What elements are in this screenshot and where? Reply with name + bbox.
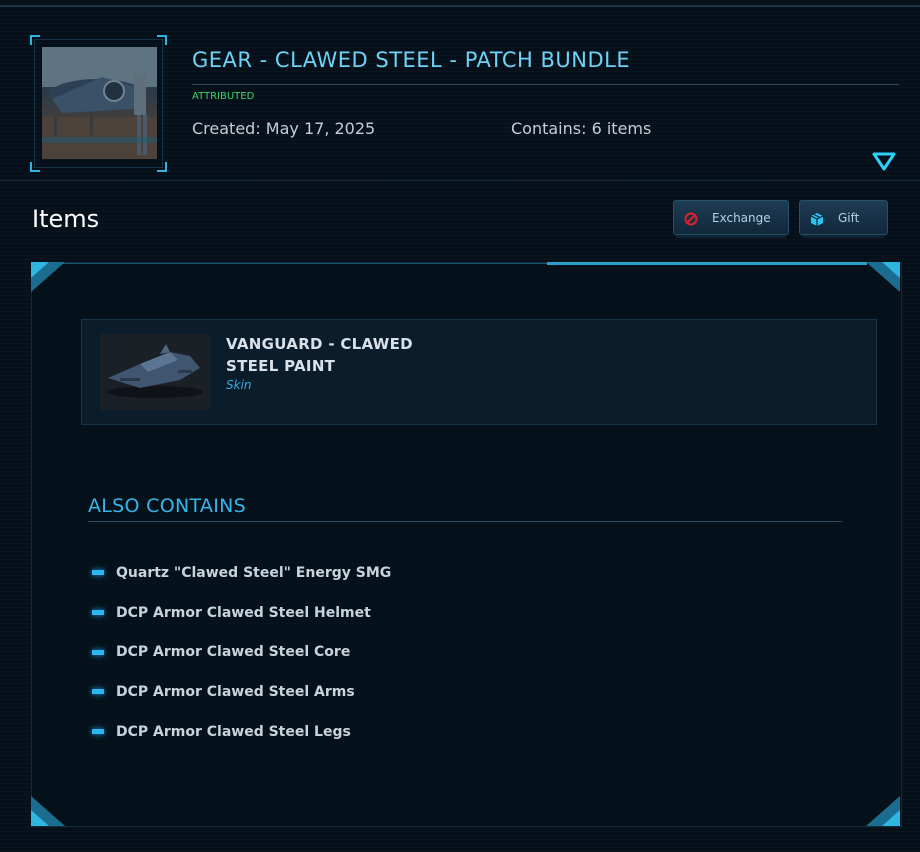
main-item-name-line: VANGUARD - CLAWED xyxy=(226,335,413,353)
dash-bullet-icon xyxy=(92,689,104,695)
dash-bullet-icon xyxy=(92,729,104,735)
also-contains-list: Quartz "Clawed Steel" Energy SMG DCP Arm… xyxy=(92,553,391,751)
created-date: Created: May 17, 2025 xyxy=(192,119,376,138)
exchange-button-label: Exchange xyxy=(712,210,771,225)
status-badge: ATTRIBUTED xyxy=(192,91,255,102)
title-divider xyxy=(192,84,899,85)
section-divider xyxy=(0,180,920,181)
panel-top-line xyxy=(60,263,547,264)
dash-bullet-icon xyxy=(92,649,104,655)
list-item-label: DCP Armor Clawed Steel Legs xyxy=(116,723,351,740)
item-count: Contains: 6 items xyxy=(511,119,652,138)
bundle-title: GEAR - CLAWED STEEL - PATCH BUNDLE xyxy=(192,48,631,72)
main-item-name-line: STEEL PAINT xyxy=(226,357,336,375)
bundle-thumbnail-image xyxy=(42,47,157,159)
main-item-name: VANGUARD - CLAWED STEEL PAINT xyxy=(226,333,426,377)
list-item: Quartz "Clawed Steel" Energy SMG xyxy=(92,553,391,593)
list-item-label: Quartz "Clawed Steel" Energy SMG xyxy=(116,564,392,581)
panel-corner-bottom-left xyxy=(31,796,65,826)
list-item: DCP Armor Clawed Steel Arms xyxy=(92,672,391,712)
expand-toggle-button[interactable] xyxy=(872,151,896,171)
frame-corner xyxy=(157,35,167,45)
list-item: DCP Armor Clawed Steel Core xyxy=(92,632,391,672)
list-item: DCP Armor Clawed Steel Helmet xyxy=(92,593,391,633)
exchange-button[interactable]: Exchange xyxy=(673,200,789,235)
main-item-card[interactable]: VANGUARD - CLAWED STEEL PAINT Skin xyxy=(81,319,877,425)
panel-corner-bottom-right xyxy=(866,796,900,826)
list-item-label: DCP Armor Clawed Steel Core xyxy=(116,644,351,661)
panel-corner-top-left xyxy=(31,262,65,292)
dash-bullet-icon xyxy=(92,570,104,576)
panel-top-highlight xyxy=(547,262,867,265)
items-heading: Items xyxy=(32,205,100,233)
list-item: DCP Armor Clawed Steel Legs xyxy=(92,712,391,752)
main-item-type: Skin xyxy=(226,378,252,392)
also-contains-heading: ALSO CONTAINS xyxy=(88,495,246,517)
main-item-thumbnail xyxy=(100,334,210,410)
list-item-label: DCP Armor Clawed Steel Arms xyxy=(116,683,355,700)
frame-corner xyxy=(30,35,40,45)
gift-button-label: Gift xyxy=(838,210,860,225)
gift-button[interactable]: Gift xyxy=(799,200,888,235)
dash-bullet-icon xyxy=(92,610,104,616)
frame-corner xyxy=(30,162,40,172)
also-contains-divider xyxy=(88,521,842,522)
panel-corner-top-right xyxy=(866,262,900,292)
no-entry-icon xyxy=(684,211,698,225)
triangle-down-icon xyxy=(872,152,896,171)
bundle-thumbnail-frame xyxy=(30,35,167,172)
gift-box-icon xyxy=(810,211,824,226)
list-item-label: DCP Armor Clawed Steel Helmet xyxy=(116,604,371,621)
frame-corner xyxy=(157,162,167,172)
top-border xyxy=(0,5,920,7)
